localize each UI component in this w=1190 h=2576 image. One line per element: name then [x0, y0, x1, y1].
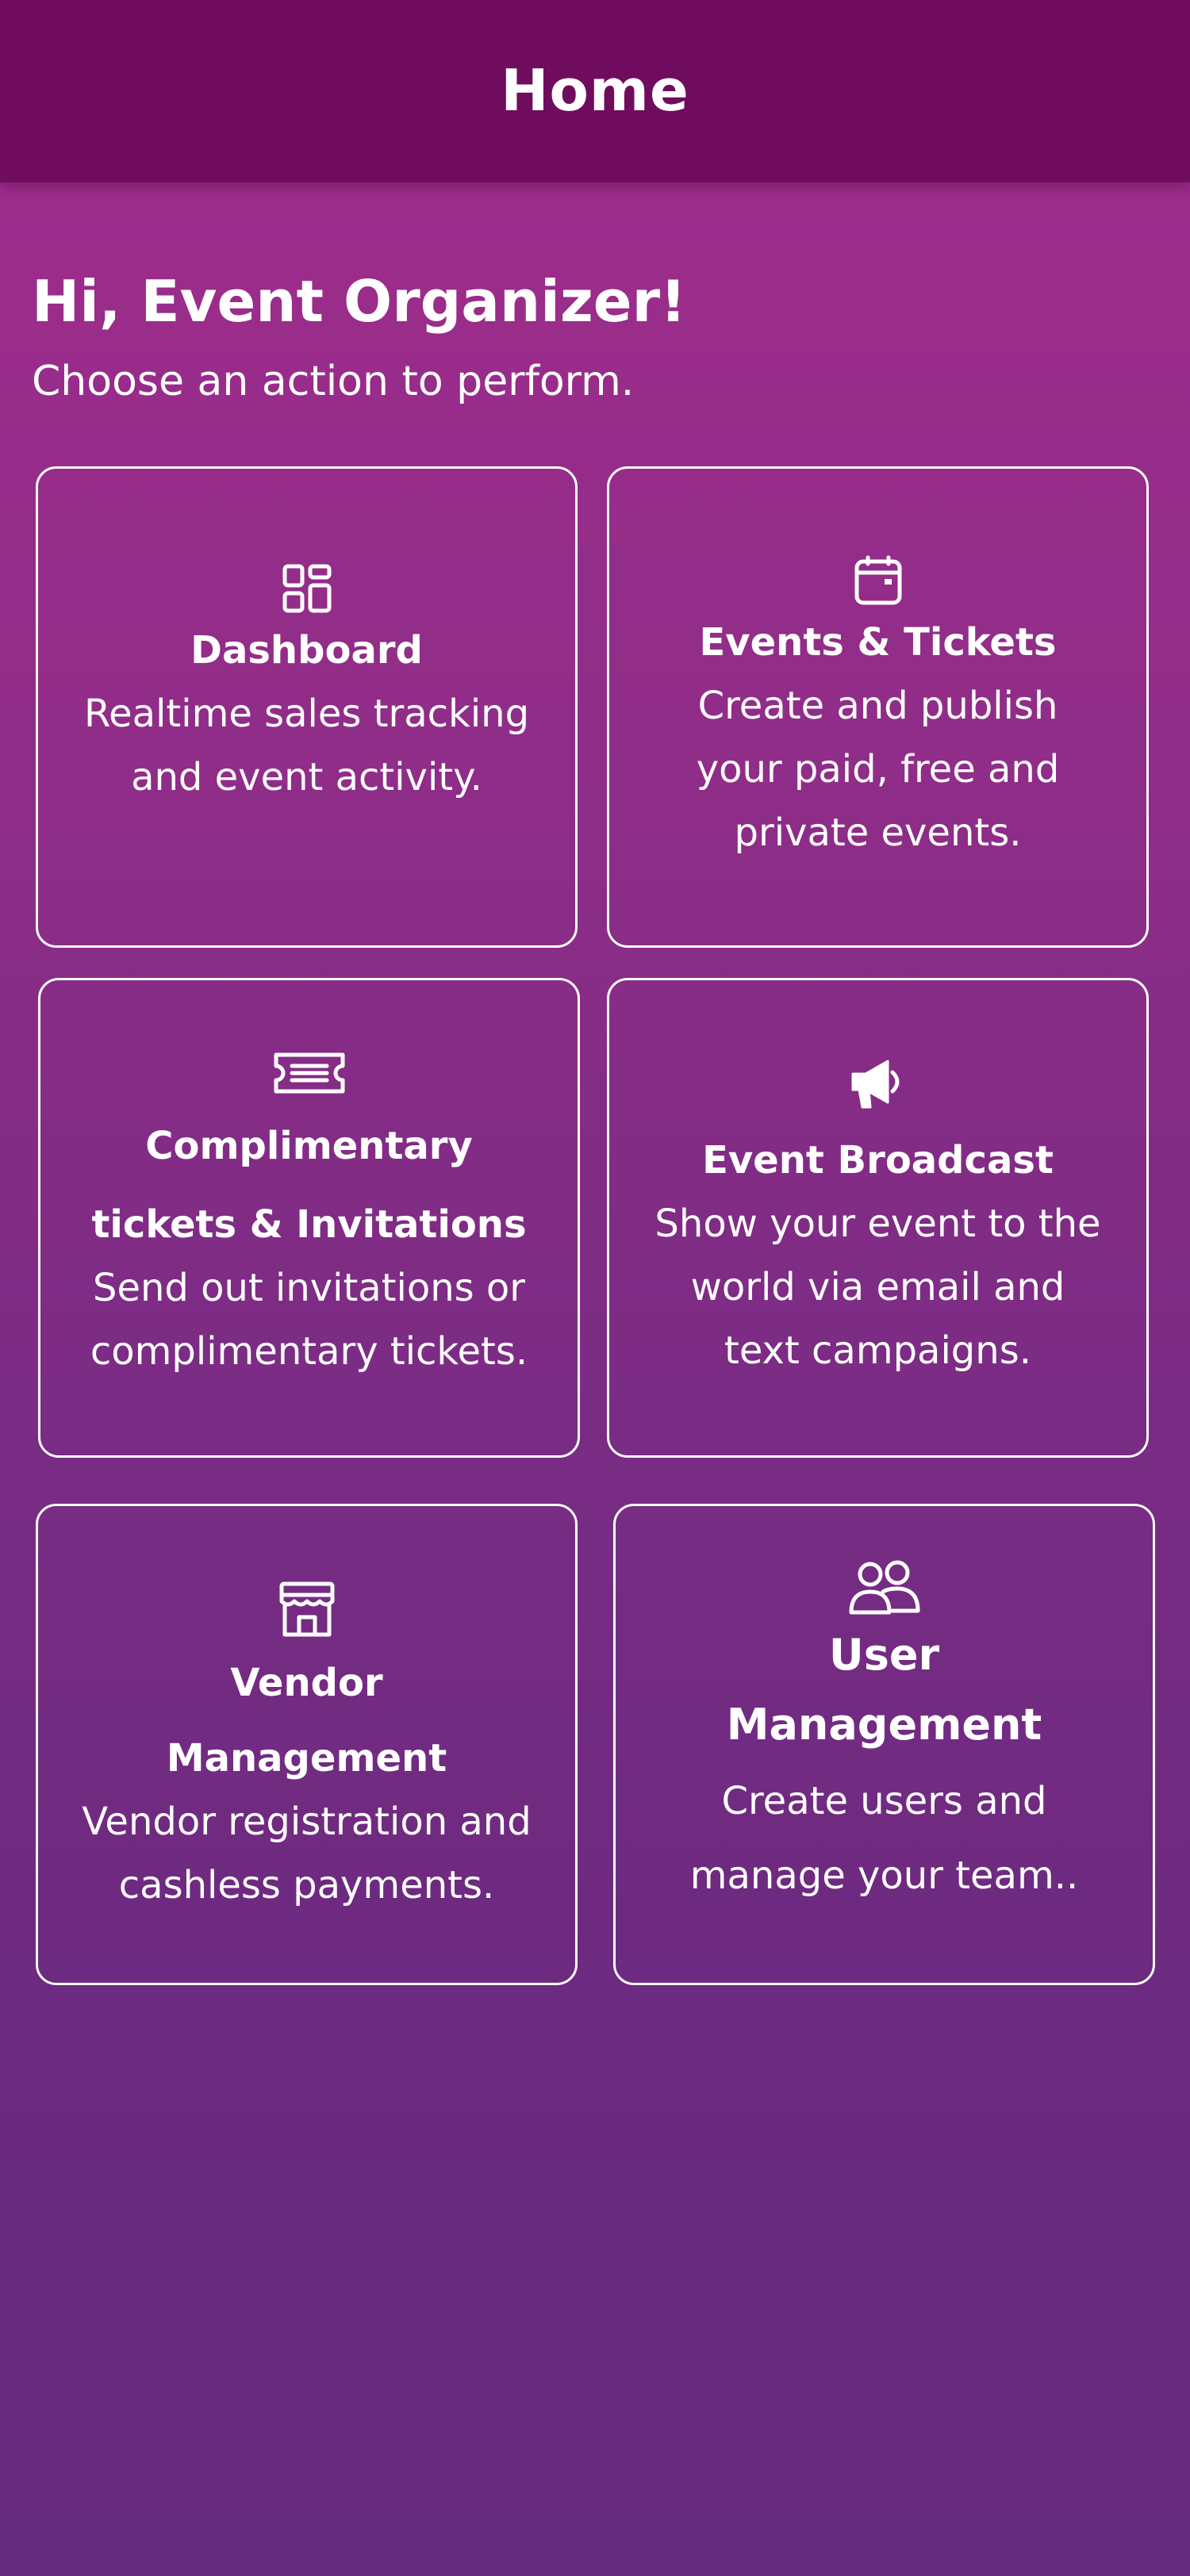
card-description-line: Create and publish — [697, 684, 1058, 728]
greeting-subtitle: Choose an action to perform. — [32, 358, 635, 405]
app-bar: Home — [0, 0, 1190, 182]
ticket-icon — [270, 1047, 349, 1099]
card-description-line: world via email and — [690, 1265, 1065, 1309]
vendor-management-card[interactable]: Vendor Management Vendor registration an… — [36, 1504, 578, 1985]
card-description-line: Create users and — [721, 1779, 1047, 1823]
card-description-line: and event activity. — [131, 755, 482, 799]
card-description-line: Vendor registration and — [82, 1800, 532, 1844]
user-management-card[interactable]: User Management Create users and manage … — [613, 1504, 1155, 1985]
card-title: Events & Tickets — [700, 607, 1057, 674]
card-title-line: Vendor — [230, 1661, 383, 1705]
card-description-line: your paid, free and — [696, 747, 1060, 792]
events-tickets-card[interactable]: Events & Tickets Create and publish your… — [607, 466, 1149, 948]
card-title: Vendor Management — [167, 1639, 447, 1790]
card-title-line: Dashboard — [190, 628, 423, 673]
page-title: Home — [501, 57, 689, 124]
card-title-line: Complimentary — [145, 1124, 473, 1168]
card-title: User Management — [727, 1619, 1042, 1758]
card-description-line: cashless payments. — [118, 1863, 495, 1907]
card-description-line: Send out invitations or — [92, 1266, 526, 1310]
card-title-line: User — [828, 1630, 940, 1680]
card-description-line: private events. — [734, 811, 1022, 855]
card-title: Dashboard — [190, 615, 423, 682]
card-title-line: Management — [166, 1736, 447, 1781]
card-title-line: Event Broadcast — [702, 1138, 1054, 1183]
card-title-line: Events & Tickets — [699, 620, 1057, 665]
card-description-line: manage your team.. — [689, 1853, 1079, 1898]
card-title-line: tickets & Invitations — [91, 1202, 527, 1247]
card-title-line: Management — [726, 1700, 1042, 1750]
card-title: Complimentary tickets & Invitations — [91, 1099, 526, 1256]
users-icon — [846, 1558, 923, 1619]
dashboard-icon — [281, 562, 333, 615]
complimentary-tickets-card[interactable]: Complimentary tickets & Invitations Send… — [38, 978, 580, 1458]
greeting-title: Hi, Event Organizer! — [32, 268, 686, 335]
card-description-line: text campaigns. — [724, 1328, 1031, 1373]
card-description-line: complimentary tickets. — [90, 1329, 528, 1374]
dashboard-card[interactable]: Dashboard Realtime sales tracking and ev… — [36, 466, 578, 948]
megaphone-icon — [848, 1053, 908, 1114]
card-title: Event Broadcast — [702, 1114, 1054, 1192]
card-description-line: Show your event to the — [654, 1202, 1101, 1246]
card-description-line: Realtime sales tracking — [83, 692, 530, 736]
calendar-icon — [852, 554, 904, 607]
store-icon — [277, 1579, 337, 1639]
event-broadcast-card[interactable]: Event Broadcast Show your event to the w… — [607, 978, 1149, 1458]
